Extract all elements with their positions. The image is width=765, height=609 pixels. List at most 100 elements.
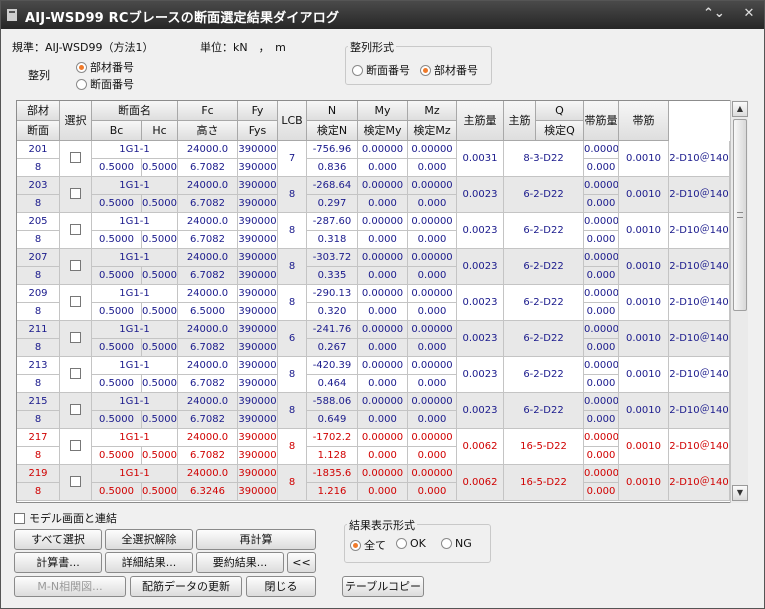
summary-result-button[interactable]: 要約結果... xyxy=(196,552,284,573)
scroll-up-icon[interactable]: ▲ xyxy=(732,101,748,117)
height-cell: 6.7082 xyxy=(178,159,238,177)
row-select-checkbox[interactable] xyxy=(70,476,81,487)
check-n-cell: 0.297 xyxy=(307,195,358,213)
hoop-ratio-cell: 0.0010 xyxy=(619,141,669,177)
hoop-ratio-cell: 0.0010 xyxy=(619,321,669,357)
check-n-cell: 0.267 xyxy=(307,339,358,357)
radio-icon xyxy=(352,65,363,76)
hoop-ratio-cell: 0.0010 xyxy=(619,285,669,321)
fc-cell: 24000.0 xyxy=(178,465,238,483)
check-mz-cell: 0.000 xyxy=(408,447,457,465)
main-rebar-cell: 6-2-D22 xyxy=(504,393,584,429)
moment-y-cell: 0.00000 xyxy=(358,177,408,195)
close-button[interactable]: ✕ xyxy=(741,6,757,22)
calc-report-button[interactable]: 計算書... xyxy=(14,552,102,573)
sort-option-member[interactable]: 部材番号 xyxy=(76,59,134,75)
shear-cell: 0.00000 xyxy=(584,141,619,159)
section-name-cell: 1G1-1 xyxy=(92,177,178,195)
moment-y-cell: 0.00000 xyxy=(358,249,408,267)
check-my-cell: 0.000 xyxy=(358,195,408,213)
fc-cell: 24000.0 xyxy=(178,249,238,267)
moment-y-cell: 0.00000 xyxy=(358,321,408,339)
row-select-checkbox[interactable] xyxy=(70,152,81,163)
select-all-button[interactable]: すべて選択 xyxy=(14,529,102,550)
row-select-checkbox[interactable] xyxy=(70,368,81,379)
moment-z-cell: 0.00000 xyxy=(408,249,457,267)
header-select: 選択 xyxy=(60,101,92,141)
fy-cell: 390000 xyxy=(238,285,278,303)
copy-table-button[interactable]: テーブルコピー xyxy=(342,576,424,597)
sort-option-section[interactable]: 断面番号 xyxy=(76,76,134,92)
link-model-label: モデル画面と連結 xyxy=(29,512,117,525)
main-rebar-ratio-cell: 0.0023 xyxy=(457,213,504,249)
shear-cell: 0.00000 xyxy=(584,285,619,303)
check-mz-cell: 0.000 xyxy=(408,411,457,429)
height-cell: 6.7082 xyxy=(178,375,238,393)
detail-result-button[interactable]: 詳細結果... xyxy=(105,552,193,573)
bc-cell: 0.5000 xyxy=(92,339,142,357)
row-select-checkbox[interactable] xyxy=(70,404,81,415)
result-option-ok[interactable]: OK xyxy=(396,537,426,550)
axial-force-cell: -290.13 xyxy=(307,285,358,303)
fc-cell: 24000.0 xyxy=(178,285,238,303)
scroll-thumb[interactable] xyxy=(733,119,747,311)
mn-chart-button[interactable]: M-N相関図... xyxy=(14,576,126,597)
vertical-scrollbar[interactable]: ▲ ▼ xyxy=(730,100,748,503)
main-rebar-ratio-cell: 0.0023 xyxy=(457,285,504,321)
shear-cell: 0.00000 xyxy=(584,357,619,375)
hoop-cell: 2-D10＠140 xyxy=(669,429,730,465)
fc-cell: 24000.0 xyxy=(178,393,238,411)
fy-cell: 390000 xyxy=(238,177,278,195)
align-option-section[interactable]: 断面番号 xyxy=(352,62,410,78)
fy-cell: 390000 xyxy=(238,393,278,411)
fys-cell: 390000 xyxy=(238,339,278,357)
hoop-cell: 2-D10＠140 xyxy=(669,393,730,429)
row-select-checkbox[interactable] xyxy=(70,440,81,451)
select-cell xyxy=(60,393,92,429)
section-number-cell: 8 xyxy=(17,447,60,465)
align-format-title: 整列形式 xyxy=(348,39,396,55)
lcb-cell: 8 xyxy=(278,249,307,285)
recalculate-button[interactable]: 再計算 xyxy=(196,529,316,550)
fys-cell: 390000 xyxy=(238,231,278,249)
main-rebar-ratio-cell: 0.0062 xyxy=(457,429,504,465)
bc-cell: 0.5000 xyxy=(92,267,142,285)
member-number-cell: 201 xyxy=(17,141,60,159)
row-select-checkbox[interactable] xyxy=(70,188,81,199)
fys-cell: 390000 xyxy=(238,411,278,429)
align-option-member[interactable]: 部材番号 xyxy=(420,62,478,78)
result-option-label: NG xyxy=(455,537,472,550)
header-section: 断面 xyxy=(17,121,60,141)
window-menu-button[interactable]: ⌃⌄ xyxy=(703,6,725,22)
update-rebar-button[interactable]: 配筋データの更新 xyxy=(130,576,242,597)
axial-force-cell: -588.06 xyxy=(307,393,358,411)
row-select-checkbox[interactable] xyxy=(70,332,81,343)
close-dialog-button[interactable]: 閉じる xyxy=(246,576,316,597)
window-title: AIJ-WSD99 RCブレースの断面選定結果ダイアログ xyxy=(25,11,340,26)
check-n-cell: 0.320 xyxy=(307,303,358,321)
select-cell xyxy=(60,465,92,501)
lcb-cell: 8 xyxy=(278,177,307,213)
moment-y-cell: 0.00000 xyxy=(358,429,408,447)
link-model-checkbox[interactable]: モデル画面と連結 xyxy=(14,510,117,526)
result-option-all[interactable]: 全て xyxy=(350,537,386,553)
row-select-checkbox[interactable] xyxy=(70,260,81,271)
moment-z-cell: 0.00000 xyxy=(408,321,457,339)
deselect-all-button[interactable]: 全選択解除 xyxy=(105,529,193,550)
header-check_n: 検定N xyxy=(307,121,358,141)
hc-cell: 0.5000 xyxy=(142,339,178,357)
member-number-cell: 205 xyxy=(17,213,60,231)
row-select-checkbox[interactable] xyxy=(70,224,81,235)
moment-z-cell: 0.00000 xyxy=(408,357,457,375)
collapse-button[interactable]: << xyxy=(287,552,316,573)
scroll-down-icon[interactable]: ▼ xyxy=(732,485,748,501)
row-select-checkbox[interactable] xyxy=(70,296,81,307)
main-rebar-cell: 6-2-D22 xyxy=(504,357,584,393)
header-member: 部材 xyxy=(17,101,60,121)
result-option-ng[interactable]: NG xyxy=(441,537,472,550)
lcb-cell: 8 xyxy=(278,429,307,465)
hc-cell: 0.5000 xyxy=(142,483,178,501)
header-lcb: LCB xyxy=(278,101,307,141)
section-number-cell: 8 xyxy=(17,195,60,213)
check-n-cell: 0.318 xyxy=(307,231,358,249)
